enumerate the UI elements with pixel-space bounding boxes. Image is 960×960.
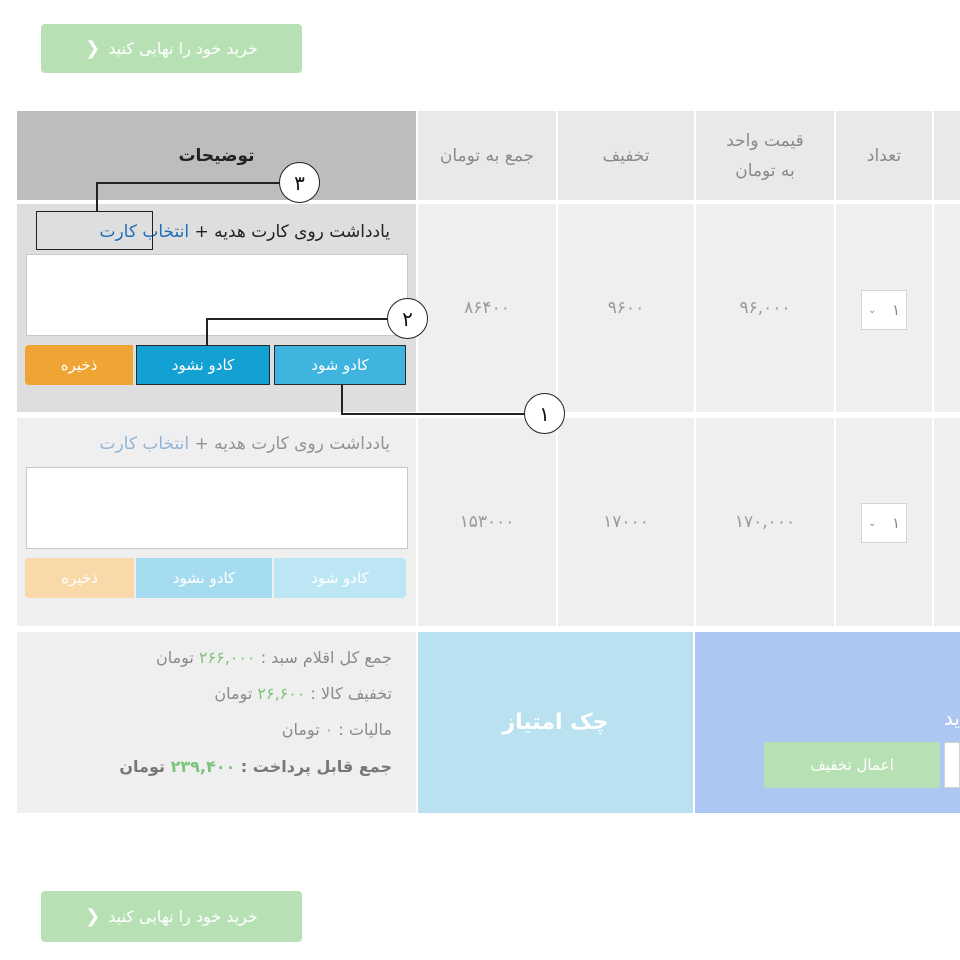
header-total: جمع به تومان — [418, 111, 556, 200]
payable-label: جمع قابل پرداخت : — [235, 757, 392, 776]
chevron-down-icon: ⌄ — [868, 517, 877, 529]
row2-gift-button[interactable]: کادو شود — [274, 558, 406, 598]
payable-value: ۲۳۹,۴۰۰ — [170, 757, 236, 776]
row1-extra-cell — [934, 204, 960, 412]
chevron-left-icon: ❮ — [85, 38, 101, 59]
callout-2: ۲ — [387, 298, 428, 339]
currency: تومان — [119, 757, 165, 776]
row2-save-button[interactable]: ذخیره — [25, 558, 134, 598]
row1-quantity-value: ۱ — [891, 301, 900, 319]
header-extra — [934, 111, 960, 200]
row2-note-label: یادداشت روی کارت هدیه + انتخاب کارت — [30, 434, 390, 460]
row1-unit-price: ۹۶,۰۰۰ — [696, 204, 834, 412]
callout-3-target-box — [36, 211, 153, 250]
row2-quantity-select[interactable]: ⌄ ۱ — [861, 503, 907, 543]
note-label-text: یادداشت روی کارت هدیه + — [189, 222, 390, 242]
items-total-value: ۲۶۶,۰۰۰ — [198, 648, 256, 667]
row2-unit-price: ۱۷۰,۰۰۰ — [696, 418, 834, 626]
row1-no-gift-button[interactable]: کادو نشود — [136, 345, 270, 385]
finalize-purchase-button-bottom[interactable]: خرید خود را نهایی کنید ❮ — [41, 891, 302, 942]
chevron-down-icon: ⌄ — [868, 304, 877, 316]
row1-gift-button[interactable]: کادو شود — [274, 345, 406, 385]
tax-line: مالیات : ۰ تومان — [40, 720, 392, 744]
row2-no-gift-button[interactable]: کادو نشود — [136, 558, 272, 598]
goods-discount-line: تخفیف کالا : ۲۶,۶۰۰ تومان — [40, 684, 392, 708]
row2-extra-cell — [934, 418, 960, 626]
finalize-purchase-button-top[interactable]: خرید خود را نهایی کنید ❮ — [41, 24, 302, 73]
gift-check-panel[interactable]: چک امتیاز — [418, 632, 693, 813]
header-discount: تخفیف — [558, 111, 694, 200]
callout-3-line-h — [96, 182, 280, 184]
row2-discount: ۱۷۰۰۰ — [558, 418, 694, 626]
select-card-link[interactable]: انتخاب کارت — [99, 434, 189, 454]
goods-discount-value: ۲۶,۶۰۰ — [257, 684, 306, 703]
callout-3: ۳ — [279, 162, 320, 203]
row2-quantity-value: ۱ — [891, 514, 900, 532]
row1-discount: ۹۶۰۰ — [558, 204, 694, 412]
note-label-text: یادداشت روی کارت هدیه + — [189, 434, 390, 454]
callout-1: ۱ — [524, 393, 565, 434]
currency: تومان — [155, 648, 194, 667]
callout-1-line-h — [341, 413, 525, 415]
discount-code-input[interactable] — [944, 742, 960, 788]
row1-total: ۸۶۴۰۰ — [418, 204, 556, 412]
callout-2-line-h — [206, 318, 388, 320]
row2-note-textarea[interactable] — [26, 467, 408, 549]
row2-total: ۱۵۳۰۰۰ — [418, 418, 556, 626]
header-unit-price: قیمت واحد به تومان — [696, 111, 834, 200]
chevron-left-icon: ❮ — [85, 906, 101, 927]
payable-line: جمع قابل پرداخت : ۲۳۹,۴۰۰ تومان — [40, 757, 392, 781]
apply-discount-button[interactable]: اعمال تخفیف — [764, 742, 940, 788]
finalize-label: خرید خود را نهایی کنید — [108, 907, 258, 926]
callout-2-line-v — [206, 318, 208, 346]
row1-save-button[interactable]: ذخیره — [25, 345, 133, 385]
row1-quantity-select[interactable]: ⌄ ۱ — [861, 290, 907, 330]
header-quantity: تعداد — [836, 111, 932, 200]
callout-3-line-v — [96, 182, 98, 211]
row1-note-textarea[interactable] — [26, 254, 408, 336]
goods-discount-label: تخفیف کالا : — [305, 684, 392, 703]
currency: تومان — [214, 684, 253, 703]
currency: تومان — [281, 720, 320, 739]
tax-label: مالیات : — [333, 720, 392, 739]
header-description: توضیحات — [17, 111, 416, 200]
items-total-line: جمع کل اقلام سبد : ۲۶۶,۰۰۰ تومان — [40, 648, 392, 672]
callout-1-line-v — [341, 385, 343, 414]
items-total-label: جمع کل اقلام سبد : — [255, 648, 392, 667]
finalize-label: خرید خود را نهایی کنید — [108, 39, 258, 58]
discount-partial-title: ید — [943, 706, 960, 730]
